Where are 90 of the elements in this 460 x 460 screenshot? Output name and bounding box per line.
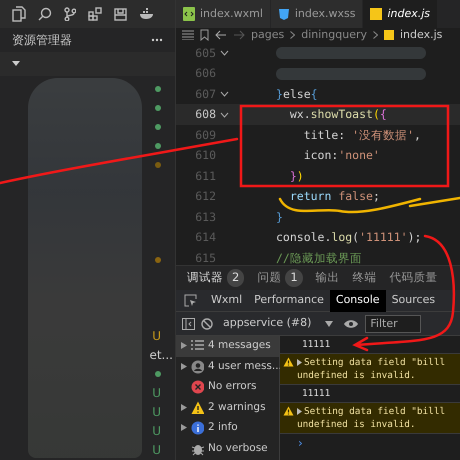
panel-tab[interactable]: 输出 [310, 266, 345, 290]
user-icon [191, 360, 204, 374]
warning-icon [283, 357, 294, 367]
list-icon[interactable] [182, 30, 194, 40]
git-status-letter: U [152, 442, 161, 458]
sidebar-toggle-icon[interactable] [182, 318, 195, 330]
devtools-tab[interactable]: Console [330, 290, 386, 312]
expand-triangle-icon[interactable] [180, 362, 186, 370]
devtools-tab[interactable]: Sources [386, 290, 442, 312]
back-arrow-icon[interactable] [215, 30, 227, 40]
line-number: 605 [194, 44, 216, 62]
files-icon[interactable] [12, 6, 26, 22]
console-filter-item[interactable]: 2 warnings [176, 398, 279, 418]
git-status-letter: U [152, 422, 161, 440]
extensions-icon[interactable] [88, 7, 102, 21]
js-file-icon [370, 7, 382, 21]
line-number: 608 [194, 106, 216, 124]
warning-icon [191, 400, 204, 415]
expand-triangle-icon[interactable] [180, 342, 186, 349]
file-tab[interactable]: index.wxss [270, 0, 364, 28]
more-icon[interactable] [151, 38, 163, 42]
line-number: 609 [194, 126, 216, 144]
file-tab[interactable]: index.wxml [176, 0, 271, 28]
line-number: 607 [194, 86, 216, 103]
code-line: //隐藏加载界面 [275, 250, 362, 266]
bookmark-icon[interactable] [200, 29, 209, 42]
git-status-letter: U [152, 328, 161, 344]
inspect-icon[interactable] [184, 294, 197, 308]
whale-icon[interactable] [139, 8, 155, 20]
git-status-letter: U [152, 384, 161, 402]
code-line: title: '没有数据', [302, 126, 421, 144]
chevron-icon [373, 31, 378, 40]
expand-triangle-icon[interactable] [180, 424, 186, 431]
code-line: } [275, 208, 283, 226]
breadcrumb-item[interactable]: diningquery [301, 27, 367, 44]
code-line: }else{ [275, 86, 318, 103]
expand-triangle-icon[interactable] [297, 358, 302, 366]
eye-icon[interactable] [343, 318, 360, 329]
fold-chevron-icon[interactable] [220, 50, 228, 56]
devtools-tab[interactable]: Wxml [205, 290, 248, 312]
line-number: 606 [194, 65, 216, 82]
explorer-title: 资源管理器 [12, 32, 72, 49]
panel-tab[interactable]: 调试器 2 [182, 266, 250, 290]
code-file-icon [183, 7, 195, 21]
console-filter-item[interactable]: No verbose [176, 438, 279, 459]
line-number: 613 [194, 208, 216, 226]
code-line: wx.showToast({ [288, 106, 387, 124]
line-number: 615 [194, 250, 216, 266]
code-line: }) [288, 168, 304, 185]
devtools-tab[interactable]: Performance [248, 290, 330, 312]
context-select[interactable]: appservice (#8) [219, 315, 338, 332]
expand-triangle-icon[interactable] [180, 404, 186, 410]
clear-icon[interactable] [201, 318, 213, 330]
file-tab[interactable]: index.js [363, 0, 438, 28]
fold-chevron-icon[interactable] [220, 112, 228, 118]
info-icon [191, 421, 204, 436]
filter-field[interactable]: Filter [365, 314, 422, 333]
console-filter-item[interactable]: 2 info [176, 418, 279, 438]
error-icon [191, 380, 204, 394]
breadcrumb-item[interactable]: index.js [400, 27, 442, 44]
css-file-icon [278, 7, 290, 21]
panel-tab[interactable]: 问题 1 [252, 266, 308, 290]
console-filter-item[interactable]: 4 messages [176, 336, 279, 356]
code-line: return false; [288, 188, 380, 206]
line-number: 611 [194, 168, 216, 185]
warning-icon [283, 406, 294, 416]
chevron-icon [290, 31, 296, 40]
file-name: et... [149, 346, 173, 364]
panel-tab[interactable]: 终端 [348, 266, 382, 290]
line-number: 610 [194, 147, 216, 164]
dropdown-caret-icon [325, 320, 334, 327]
code-line: console.log('11111'); [275, 229, 422, 246]
line-number: 612 [194, 188, 216, 206]
branch-icon[interactable] [64, 7, 76, 21]
code-line: icon:'none' [302, 147, 380, 164]
panel-tab[interactable]: 代码质量 [384, 266, 443, 290]
breadcrumb-item[interactable]: pages [251, 27, 284, 44]
expand-triangle-icon[interactable] [297, 408, 302, 415]
search-icon[interactable] [38, 7, 52, 21]
fold-chevron-icon[interactable] [220, 91, 228, 98]
git-status-letter: U [152, 404, 161, 420]
console-warning: Setting data field "billl undefined is invalid. [280, 354, 460, 385]
caret-icon[interactable] [12, 61, 20, 67]
console-filter-item[interactable]: 4 user mess... [176, 356, 279, 377]
line-number: 614 [194, 229, 216, 246]
console-filter-item[interactable]: No errors [176, 377, 279, 398]
js-file-icon [384, 30, 394, 40]
console-warning: Setting data field "billl undefined is invalid. [280, 403, 460, 434]
console-prompt[interactable]: › [298, 436, 303, 450]
save-icon[interactable] [114, 8, 127, 20]
